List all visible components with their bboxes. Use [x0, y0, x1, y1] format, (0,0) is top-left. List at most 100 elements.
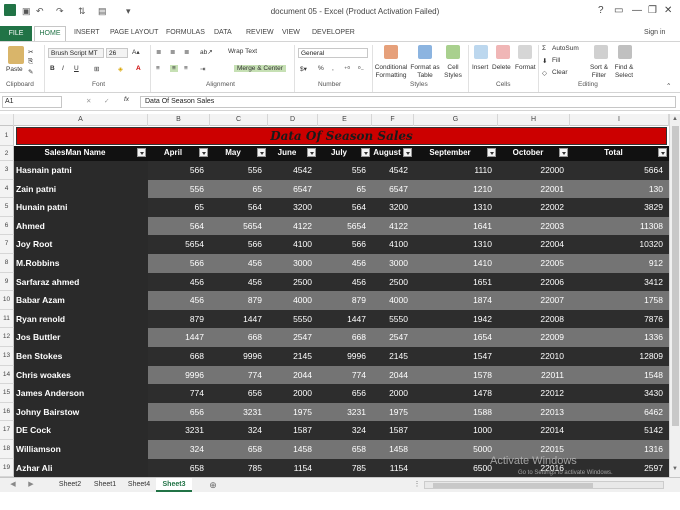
value-cell[interactable]: 22011 [498, 366, 570, 385]
help-icon[interactable]: ? [598, 5, 604, 16]
row-header[interactable]: 10 [0, 291, 14, 310]
value-cell[interactable]: 7876 [570, 310, 669, 329]
decrease-decimal-icon[interactable]: ⁰₋ [358, 65, 364, 73]
sheet-tab-sheet4[interactable]: Sheet4 [122, 478, 156, 492]
clear-button[interactable]: Clear [552, 69, 568, 76]
salesman-name-cell[interactable]: DE Cock [14, 421, 148, 440]
row-header[interactable]: 13 [0, 347, 14, 366]
value-cell[interactable]: 1310 [414, 198, 498, 217]
align-top-icon[interactable]: ≣ [156, 48, 161, 56]
value-cell[interactable]: 658 [210, 440, 268, 459]
value-cell[interactable]: 656 [210, 384, 268, 403]
value-cell[interactable]: 564 [148, 217, 210, 236]
value-cell[interactable]: 456 [318, 254, 372, 273]
value-cell[interactable]: 4542 [372, 161, 414, 180]
value-cell[interactable]: 912 [570, 254, 669, 273]
value-cell[interactable]: 785 [210, 459, 268, 477]
value-cell[interactable]: 22006 [498, 273, 570, 292]
header-cell[interactable]: August [372, 146, 402, 159]
value-cell[interactable]: 2145 [268, 347, 318, 366]
row-header[interactable]: 4 [0, 179, 14, 199]
value-cell[interactable]: 1154 [372, 459, 414, 477]
merge-center-button[interactable]: Merge & Center [234, 65, 286, 72]
value-cell[interactable]: 4542 [268, 161, 318, 180]
value-cell[interactable]: 3231 [210, 403, 268, 422]
value-cell[interactable]: 22012 [498, 384, 570, 403]
save-icon[interactable]: ▣ [22, 6, 31, 17]
scroll-down-icon[interactable]: ▼ [672, 466, 678, 472]
value-cell[interactable]: 10320 [570, 235, 669, 254]
tab-insert[interactable]: INSERT [74, 29, 100, 36]
value-cell[interactable]: 5664 [570, 161, 669, 180]
value-cell[interactable]: 65 [148, 198, 210, 217]
column-header-b[interactable]: B [148, 114, 210, 126]
align-center-icon[interactable]: ≡ [170, 65, 178, 72]
value-cell[interactable]: 3829 [570, 198, 669, 217]
value-cell[interactable]: 774 [148, 384, 210, 403]
header-cell[interactable]: September [414, 146, 486, 159]
value-cell[interactable]: 1478 [414, 384, 498, 403]
value-cell[interactable]: 5550 [372, 310, 414, 329]
value-cell[interactable]: 1578 [414, 366, 498, 385]
conditional-formatting-button[interactable]: Conditional Formatting [374, 64, 408, 80]
orientation-icon[interactable]: ab↗ [200, 48, 213, 56]
row-header[interactable]: 2 [0, 146, 14, 161]
indent-icon[interactable]: ⇥ [200, 65, 205, 73]
value-cell[interactable]: 3200 [372, 198, 414, 217]
value-cell[interactable]: 1975 [268, 403, 318, 422]
value-cell[interactable]: 4122 [268, 217, 318, 236]
horizontal-scrollbar[interactable] [424, 481, 664, 489]
value-cell[interactable]: 22009 [498, 328, 570, 347]
value-cell[interactable]: 1410 [414, 254, 498, 273]
header-cell[interactable]: April [148, 146, 198, 159]
close-icon[interactable]: ✕ [664, 5, 672, 16]
value-cell[interactable]: 1458 [268, 440, 318, 459]
value-cell[interactable]: 3430 [570, 384, 669, 403]
value-cell[interactable]: 1548 [570, 366, 669, 385]
wrap-text-button[interactable]: Wrap Text [228, 48, 257, 55]
ribbon-options-icon[interactable]: ▭ [614, 5, 623, 16]
row-header[interactable]: 17 [0, 421, 14, 440]
comma-button[interactable]: , [332, 65, 334, 72]
sheet-tab-sheet1[interactable]: Sheet1 [88, 478, 122, 492]
value-cell[interactable]: 1110 [414, 161, 498, 180]
value-cell[interactable]: 879 [148, 310, 210, 329]
value-cell[interactable]: 22005 [498, 254, 570, 273]
salesman-name-cell[interactable]: James Anderson [14, 384, 148, 403]
insert-function-icon[interactable]: fx [124, 96, 129, 103]
fill-color-icon[interactable]: ◈ [118, 65, 123, 73]
value-cell[interactable]: 2500 [372, 273, 414, 292]
value-cell[interactable]: 3000 [268, 254, 318, 273]
align-right-icon[interactable]: ≡ [184, 65, 188, 72]
tab-view[interactable]: VIEW [282, 29, 300, 36]
sign-in-link[interactable]: Sign in [644, 29, 665, 36]
value-cell[interactable]: 785 [318, 459, 372, 477]
value-cell[interactable]: 22010 [498, 347, 570, 366]
value-cell[interactable]: 774 [210, 366, 268, 385]
currency-icon[interactable]: $▾ [300, 65, 307, 73]
value-cell[interactable]: 2044 [372, 366, 414, 385]
row-header[interactable]: 14 [0, 365, 14, 385]
value-cell[interactable]: 564 [210, 198, 268, 217]
column-header-c[interactable]: C [210, 114, 268, 126]
collapse-ribbon-icon[interactable]: ⌃ [666, 82, 671, 90]
align-bottom-icon[interactable]: ≣ [184, 48, 189, 56]
horizontal-scroll-thumb[interactable] [433, 483, 593, 488]
value-cell[interactable]: 566 [148, 161, 210, 180]
value-cell[interactable]: 65 [318, 180, 372, 199]
salesman-name-cell[interactable]: Sarfaraz ahmed [14, 273, 148, 292]
cancel-icon[interactable]: ✕ [86, 97, 91, 105]
cell-styles-button[interactable]: Cell Styles [440, 64, 466, 80]
borders-icon[interactable]: ⊞ [94, 65, 99, 73]
value-cell[interactable]: 1000 [414, 421, 498, 440]
value-cell[interactable]: 5142 [570, 421, 669, 440]
header-cell[interactable]: Total [570, 146, 657, 159]
font-name-select[interactable]: Brush Script MT [48, 48, 104, 58]
insert-button[interactable]: Insert [472, 64, 488, 71]
font-color-button[interactable]: A [136, 65, 141, 72]
value-cell[interactable]: 1316 [570, 440, 669, 459]
bold-button[interactable]: B [50, 65, 55, 72]
row-header[interactable]: 19 [0, 458, 14, 477]
row-header[interactable]: 12 [0, 328, 14, 347]
value-cell[interactable]: 1447 [148, 328, 210, 347]
